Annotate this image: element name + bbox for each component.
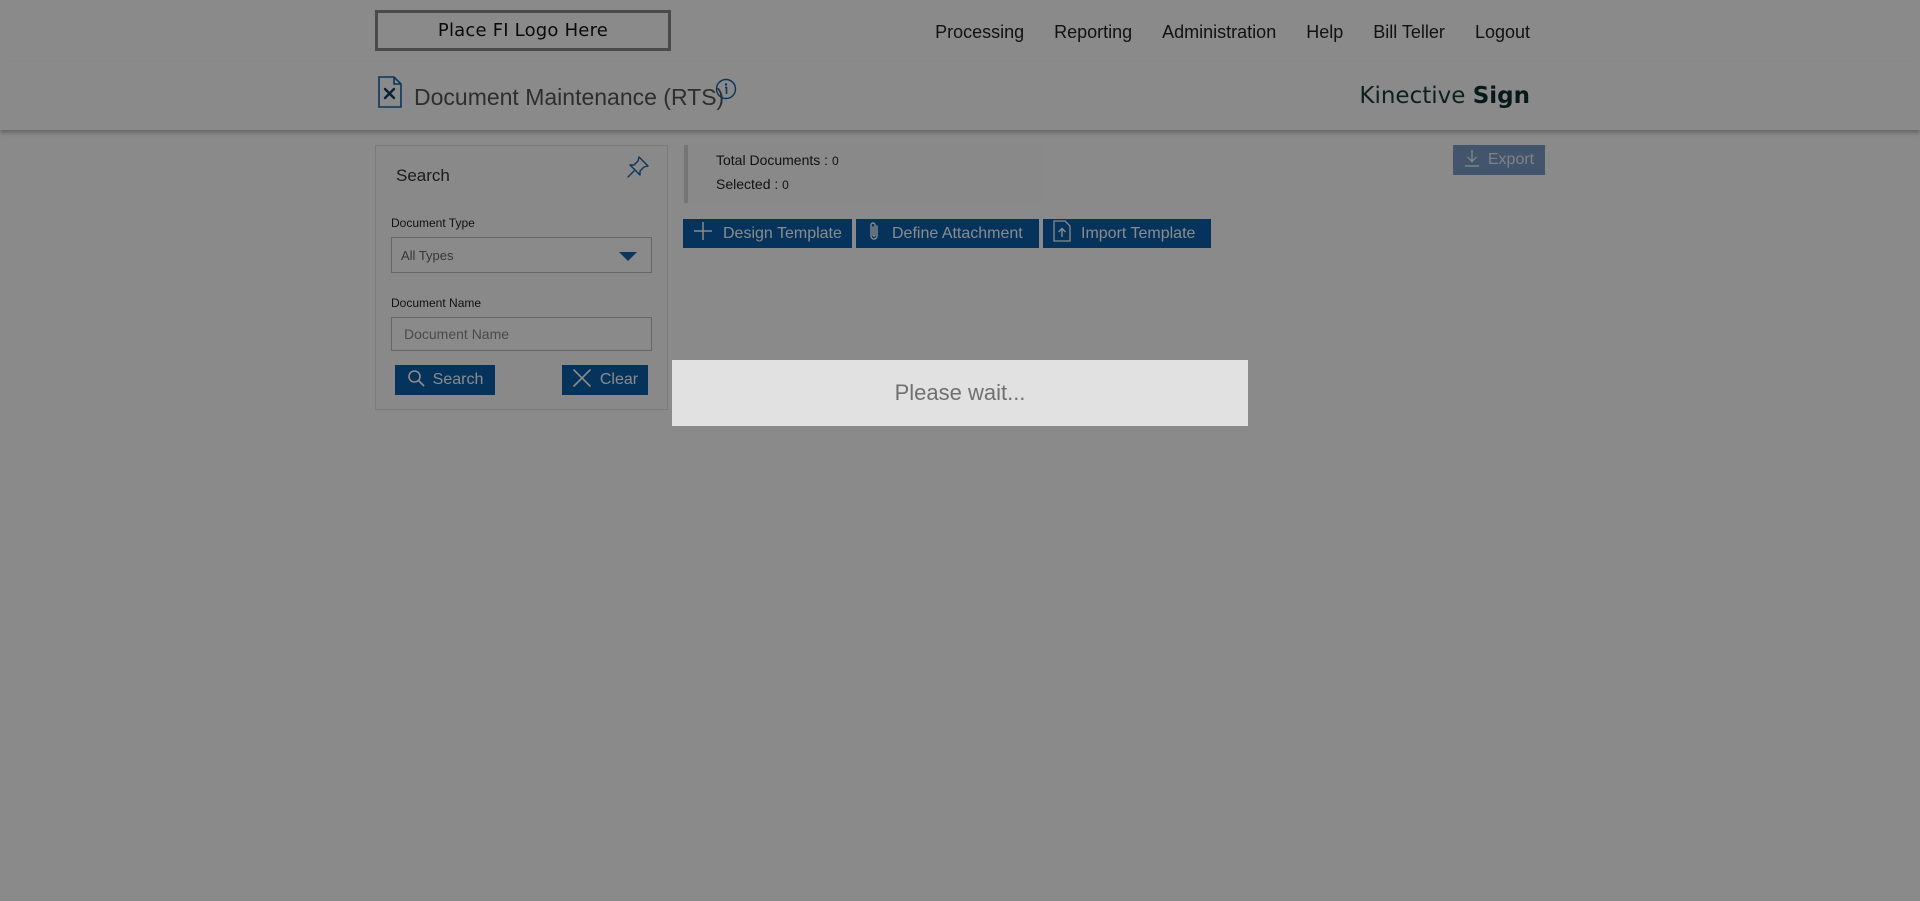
please-wait-dialog: Please wait... [672,360,1248,426]
loading-overlay [0,0,1920,901]
please-wait-message: Please wait... [894,380,1026,405]
